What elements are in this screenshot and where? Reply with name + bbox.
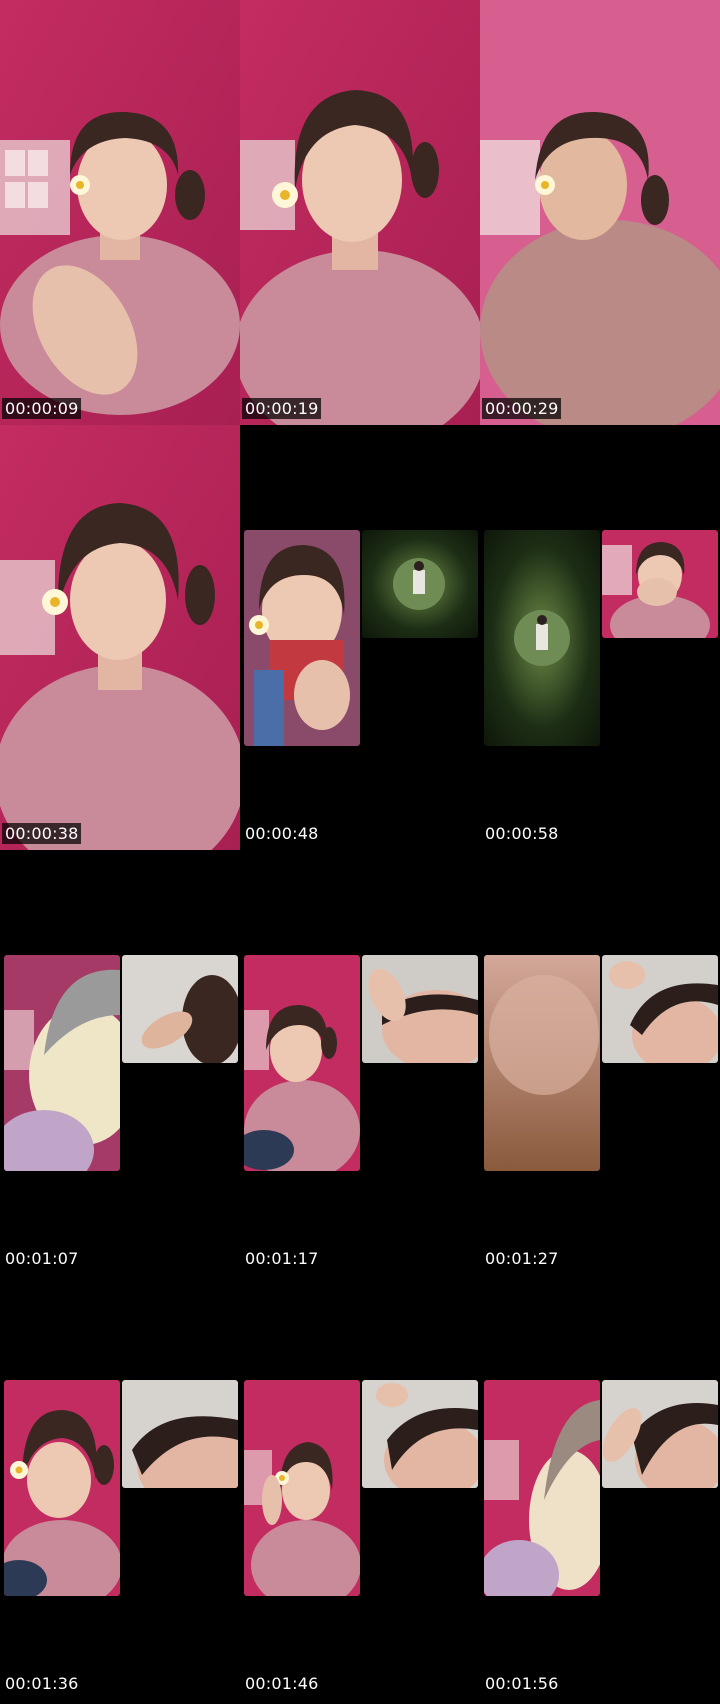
timestamp: 00:01:17 <box>245 1249 319 1268</box>
call-participant-photo <box>602 530 718 638</box>
frame-11: 00:01:46 <box>240 1275 480 1700</box>
portrait-photo <box>0 425 240 850</box>
call-participant-photo <box>244 1380 360 1596</box>
call-participant-photo <box>4 955 120 1171</box>
frame-10: 00:01:36 <box>0 1275 240 1700</box>
frame-5: 00:00:48 <box>240 425 480 850</box>
timestamp: 00:00:38 <box>2 823 82 844</box>
call-participant-photo <box>362 955 478 1063</box>
call-participant-photo <box>4 1380 120 1596</box>
video-call-tile-right <box>362 1380 478 1488</box>
portrait-photo <box>480 0 720 425</box>
video-call-tile-left <box>484 530 600 746</box>
video-call-tile-right <box>362 530 478 638</box>
frame-6: 00:00:58 <box>480 425 720 850</box>
video-call-tile-right <box>602 530 718 638</box>
portrait-photo <box>240 0 480 425</box>
call-participant-photo <box>602 1380 718 1488</box>
call-participant-photo <box>362 530 478 638</box>
timestamp: 00:00:58 <box>485 824 559 843</box>
call-participant-photo <box>122 955 238 1063</box>
portrait-photo <box>0 0 240 425</box>
call-participant-photo <box>244 530 360 746</box>
video-call-tile-right <box>602 1380 718 1488</box>
timestamp: 00:01:36 <box>5 1674 79 1693</box>
call-participant-photo <box>122 1380 238 1488</box>
video-call-tile-left <box>244 955 360 1171</box>
frame-3: 00:00:29 <box>480 0 720 425</box>
video-call-tile-right <box>602 955 718 1063</box>
call-participant-photo <box>484 530 600 746</box>
frame-4: 00:00:38 <box>0 425 240 850</box>
video-call-tile-left <box>4 955 120 1171</box>
call-participant-photo <box>602 955 718 1063</box>
video-call-tile-right <box>122 955 238 1063</box>
timestamp: 00:01:27 <box>485 1249 559 1268</box>
frame-2: 00:00:19 <box>240 0 480 425</box>
call-participant-photo <box>244 955 360 1171</box>
video-call-tile-left <box>484 1380 600 1596</box>
timestamp: 00:01:46 <box>245 1674 319 1693</box>
video-call-tile-left <box>244 1380 360 1596</box>
frame-9: 00:01:27 <box>480 850 720 1275</box>
video-call-tile-right <box>362 955 478 1063</box>
video-call-tile-left <box>484 955 600 1171</box>
frame-7: 00:01:07 <box>0 850 240 1275</box>
timestamp: 00:01:07 <box>5 1249 79 1268</box>
call-participant-photo <box>484 955 600 1171</box>
video-call-tile-right <box>122 1380 238 1488</box>
call-participant-photo <box>362 1380 478 1488</box>
frame-8: 00:01:17 <box>240 850 480 1275</box>
timestamp: 00:00:48 <box>245 824 319 843</box>
timestamp: 00:00:19 <box>242 398 322 419</box>
call-participant-photo <box>484 1380 600 1596</box>
frame-12: 00:01:56 <box>480 1275 720 1700</box>
frame-1: 00:00:09 <box>0 0 240 425</box>
video-call-tile-left <box>4 1380 120 1596</box>
video-call-tile-left <box>244 530 360 746</box>
thumbnail-grid: { "frames": [ {"timestamp": "00:00:09"},… <box>0 0 720 1704</box>
timestamp: 00:00:29 <box>482 398 562 419</box>
timestamp: 00:01:56 <box>485 1674 559 1693</box>
timestamp: 00:00:09 <box>2 398 82 419</box>
